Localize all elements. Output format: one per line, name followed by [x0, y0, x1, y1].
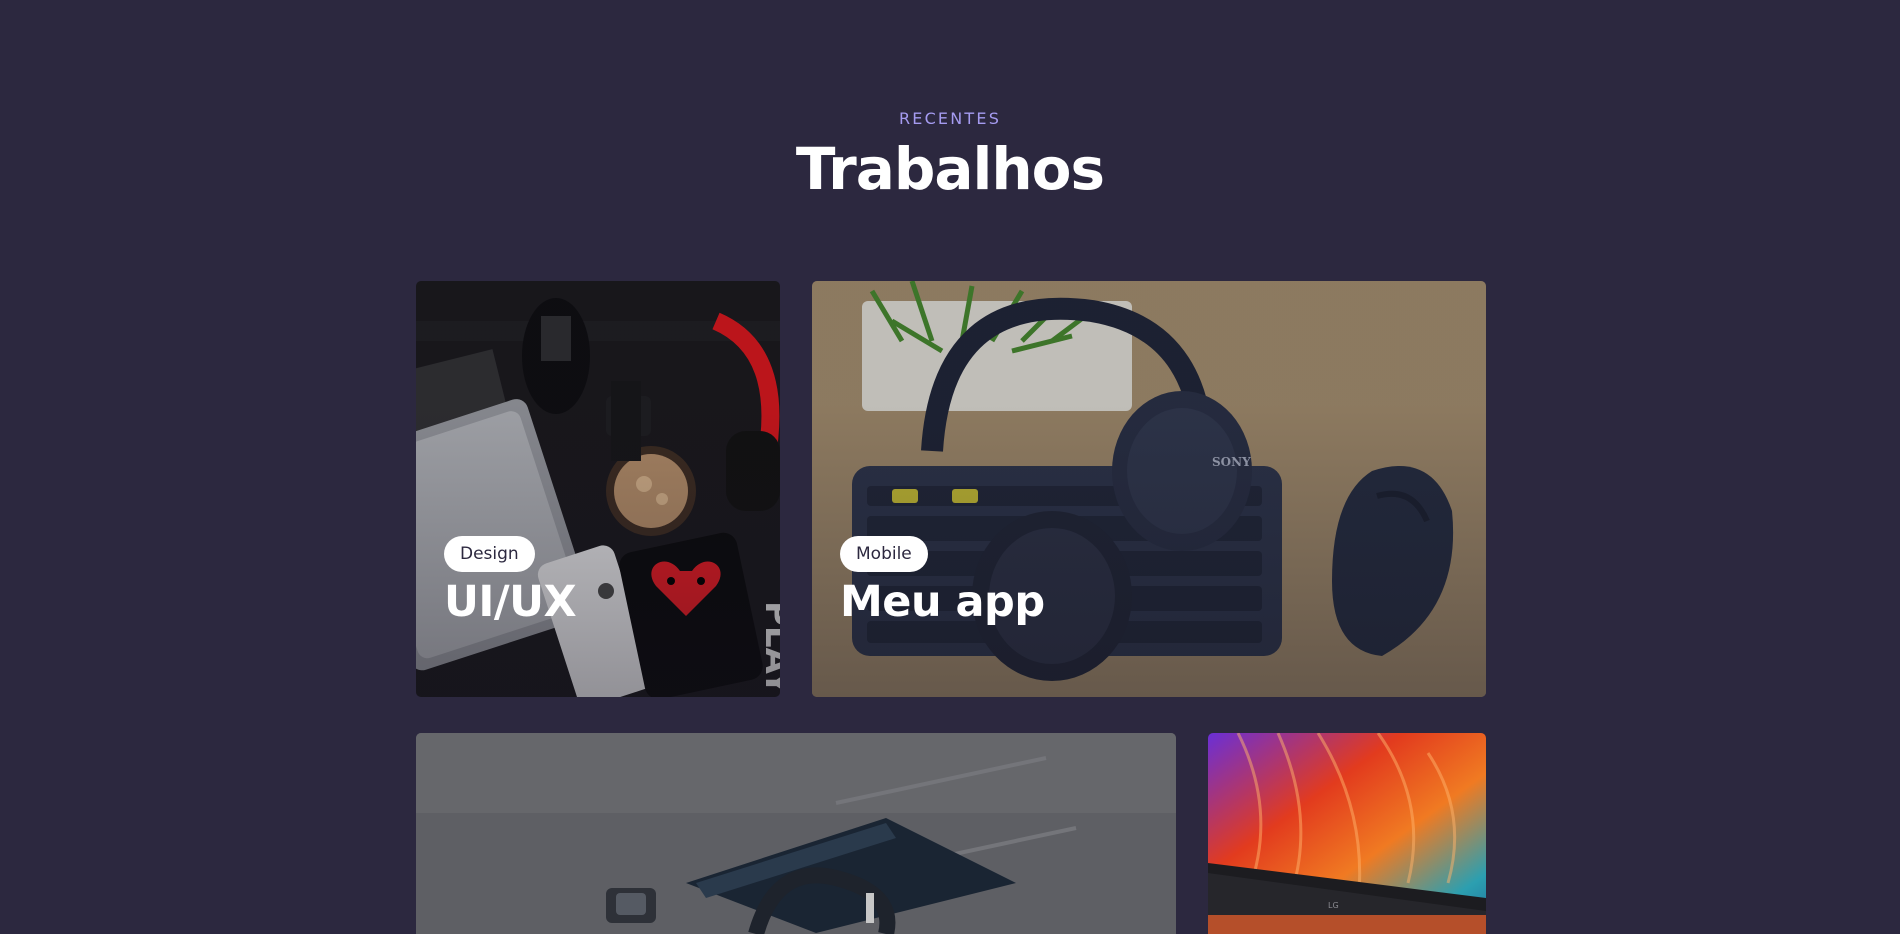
card-title: UI/UX	[444, 577, 577, 627]
project-card-uiux[interactable]: PLAY Design UI/UX	[416, 281, 780, 697]
project-card-meu-app[interactable]: SONY Mobile Meu app	[812, 281, 1486, 697]
card-tag[interactable]: Mobile	[840, 536, 928, 572]
section-title: Trabalhos	[795, 135, 1105, 203]
section-eyebrow: RECENTES	[898, 109, 1002, 128]
svg-text:LG: LG	[1328, 901, 1339, 910]
project-card-monitor[interactable]: LG	[1208, 733, 1486, 934]
project-image-laptop-desk	[416, 733, 1176, 934]
project-image-monitor: LG	[1208, 733, 1486, 934]
card-title: Meu app	[840, 577, 1045, 627]
project-card-laptop[interactable]	[416, 733, 1176, 934]
card-tag[interactable]: Design	[444, 536, 535, 572]
